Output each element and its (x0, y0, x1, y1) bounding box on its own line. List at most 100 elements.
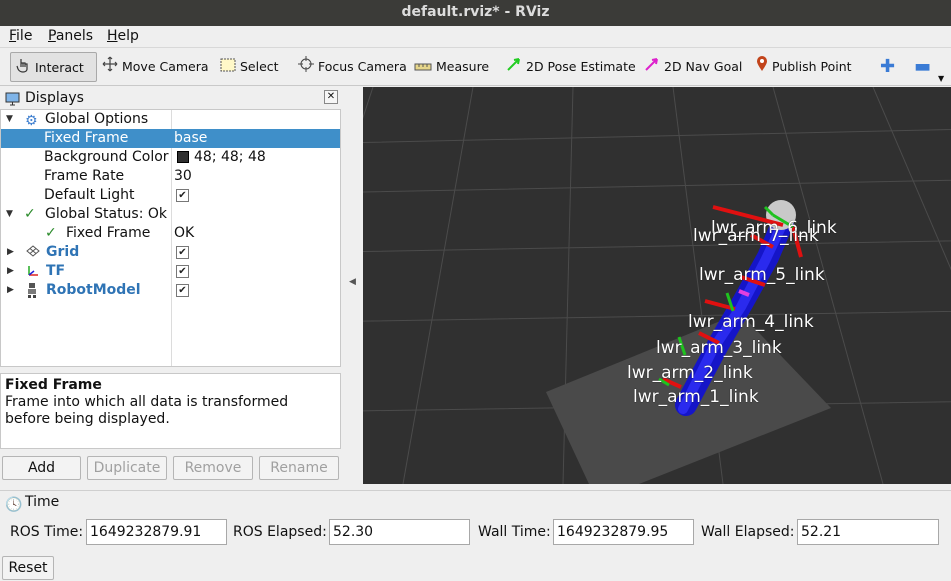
color-swatch[interactable] (177, 151, 189, 163)
nav-arrow (645, 57, 658, 71)
displays-title: Displays (25, 90, 84, 106)
default-light-checkbox[interactable]: ✔ (176, 189, 189, 202)
tf-frame-labels: lwr_arm_6_link lwr_arm_7_link lwr_arm_5_… (363, 87, 951, 484)
tf-label-3: lwr_arm_3_link (656, 338, 782, 358)
tf-label-1: lwr_arm_1_link (633, 387, 759, 407)
rename-display-button[interactable]: Rename (259, 456, 339, 480)
robot-icon (25, 282, 41, 304)
green-arrow-icon (506, 53, 522, 83)
window-title: default.rviz* - RViz (0, 0, 951, 26)
ros-elapsed-field[interactable]: 52.30 (329, 519, 470, 545)
global-options-label: Global Options (45, 111, 149, 127)
3d-viewport[interactable]: lwr_arm_6_link lwr_arm_7_link lwr_arm_5_… (363, 87, 951, 484)
add-display-button[interactable]: Add (2, 456, 81, 480)
menu-file-mnemonic: F (9, 28, 17, 44)
fixed-frame-label: Fixed Frame (44, 130, 129, 146)
measure-tool-button[interactable]: Measure (414, 52, 489, 82)
menu-bar: File Panels Help (0, 26, 951, 48)
menu-panels[interactable]: Panels (48, 28, 93, 44)
tree-global-options[interactable]: ▼ ⚙ Global Options (1, 110, 340, 129)
minus-icon[interactable]: ▬ (914, 52, 931, 82)
time-panel-header: 🕓 Time (0, 490, 951, 513)
map-pin-icon (756, 53, 768, 83)
global-status-label: Global Status: Ok (45, 206, 168, 222)
measure-label: Measure (436, 59, 490, 74)
remove-display-button[interactable]: Remove (173, 456, 253, 480)
displays-panel: Displays ✕ ▼ ⚙ Global Options Fixed Fram… (0, 87, 342, 485)
tf-checkbox[interactable]: ✔ (176, 265, 189, 278)
tf-label-5: lwr_arm_5_link (699, 265, 825, 285)
displays-tree: ▼ ⚙ Global Options Fixed Frame base Back… (0, 109, 341, 367)
wall-elapsed-field[interactable]: 52.21 (797, 519, 939, 545)
focus-camera-tool-button[interactable]: Focus Camera (298, 52, 407, 82)
collapsed-triangle-icon[interactable]: ▶ (7, 243, 14, 262)
magenta-arrow-icon (644, 53, 660, 83)
select-box-icon (220, 53, 236, 83)
clock-icon: 🕓 (5, 497, 23, 513)
tree-tf[interactable]: ▶ TF ✔ (1, 262, 340, 281)
ros-time-field[interactable]: 1649232879.91 (86, 519, 227, 545)
menu-file-rest: ile (16, 28, 33, 44)
tree-robot-model[interactable]: ▶ RobotModel ✔ (1, 281, 340, 300)
2d-pose-estimate-label: 2D Pose Estimate (526, 59, 636, 74)
tf-label-2: lwr_arm_2_link (627, 363, 753, 383)
interact-label: Interact (35, 60, 84, 75)
description-title: Fixed Frame (5, 377, 102, 393)
status-fixed-frame-label: Fixed Frame (66, 225, 151, 241)
displays-header: Displays ✕ (0, 87, 342, 109)
focus-target-icon (298, 53, 314, 83)
pin-shape (757, 55, 767, 71)
interact-tool-button[interactable]: Interact (10, 52, 97, 82)
publish-point-tool-button[interactable]: Publish Point (756, 52, 852, 82)
tree-global-status[interactable]: ▼ ✓ Global Status: Ok (1, 205, 340, 224)
background-color-value[interactable]: 48; 48; 48 (194, 148, 266, 167)
pose-arrow (507, 57, 520, 71)
tool-bar: Interact Move Camera Select Focus Camera… (0, 48, 951, 86)
expanded-triangle-icon[interactable]: ▼ (6, 205, 13, 224)
time-title: Time (25, 494, 60, 510)
2d-nav-goal-tool-button[interactable]: 2D Nav Goal (644, 52, 742, 82)
collapsed-triangle-icon[interactable]: ▶ (7, 281, 14, 300)
panel-splitter[interactable]: ◀ (342, 87, 363, 484)
frame-rate-value[interactable]: 30 (174, 167, 192, 186)
wall-elapsed-label: Wall Elapsed: (701, 524, 795, 540)
default-light-label: Default Light (44, 187, 135, 203)
duplicate-display-button[interactable]: Duplicate (87, 456, 167, 480)
wall-time-field[interactable]: 1649232879.95 (553, 519, 694, 545)
grid-label: Grid (46, 244, 80, 260)
tree-frame-rate[interactable]: Frame Rate 30 (1, 167, 340, 186)
tree-fixed-frame[interactable]: Fixed Frame base (1, 129, 340, 148)
check-mark-icon: ✓ (45, 225, 57, 241)
move-arrows-icon (102, 53, 118, 83)
reset-time-button[interactable]: Reset (2, 556, 54, 580)
status-fixed-frame-value: OK (174, 225, 195, 241)
menu-help-mnemonic: H (107, 28, 118, 44)
wall-time-label: Wall Time: (478, 524, 551, 540)
move-camera-tool-button[interactable]: Move Camera (102, 52, 209, 82)
fixed-frame-value[interactable]: base (174, 129, 207, 148)
description-text: Frame into which all data is transformed… (5, 394, 289, 427)
move-camera-label: Move Camera (122, 59, 209, 74)
collapsed-triangle-icon[interactable]: ▶ (7, 262, 14, 281)
menu-file[interactable]: File (9, 28, 32, 44)
focus-camera-label: Focus Camera (318, 59, 407, 74)
select-tool-button[interactable]: Select (220, 52, 279, 82)
robot-model-label: RobotModel (46, 282, 141, 298)
background-color-label: Background Color (44, 149, 169, 165)
tree-default-light[interactable]: Default Light ✔ (1, 186, 340, 205)
robot-model-checkbox[interactable]: ✔ (176, 284, 189, 297)
publish-point-label: Publish Point (772, 59, 852, 74)
menu-help[interactable]: Help (107, 28, 139, 44)
2d-nav-goal-label: 2D Nav Goal (664, 59, 743, 74)
tree-background-color[interactable]: Background Color 48; 48; 48 (1, 148, 340, 167)
close-icon[interactable]: ✕ (324, 90, 338, 104)
ros-time-label: ROS Time: (10, 524, 84, 540)
frame-rate-label: Frame Rate (44, 168, 125, 184)
2d-pose-estimate-tool-button[interactable]: 2D Pose Estimate (506, 52, 636, 82)
tree-grid[interactable]: ▶ Grid ✔ (1, 243, 340, 262)
collapse-left-icon[interactable]: ◀ (349, 277, 356, 287)
tree-status-fixed-frame[interactable]: ✓ Fixed Frame OK (1, 224, 340, 243)
expanded-triangle-icon[interactable]: ▼ (6, 110, 13, 129)
plus-icon[interactable]: ✚ (880, 52, 895, 82)
grid-checkbox[interactable]: ✔ (176, 246, 189, 259)
